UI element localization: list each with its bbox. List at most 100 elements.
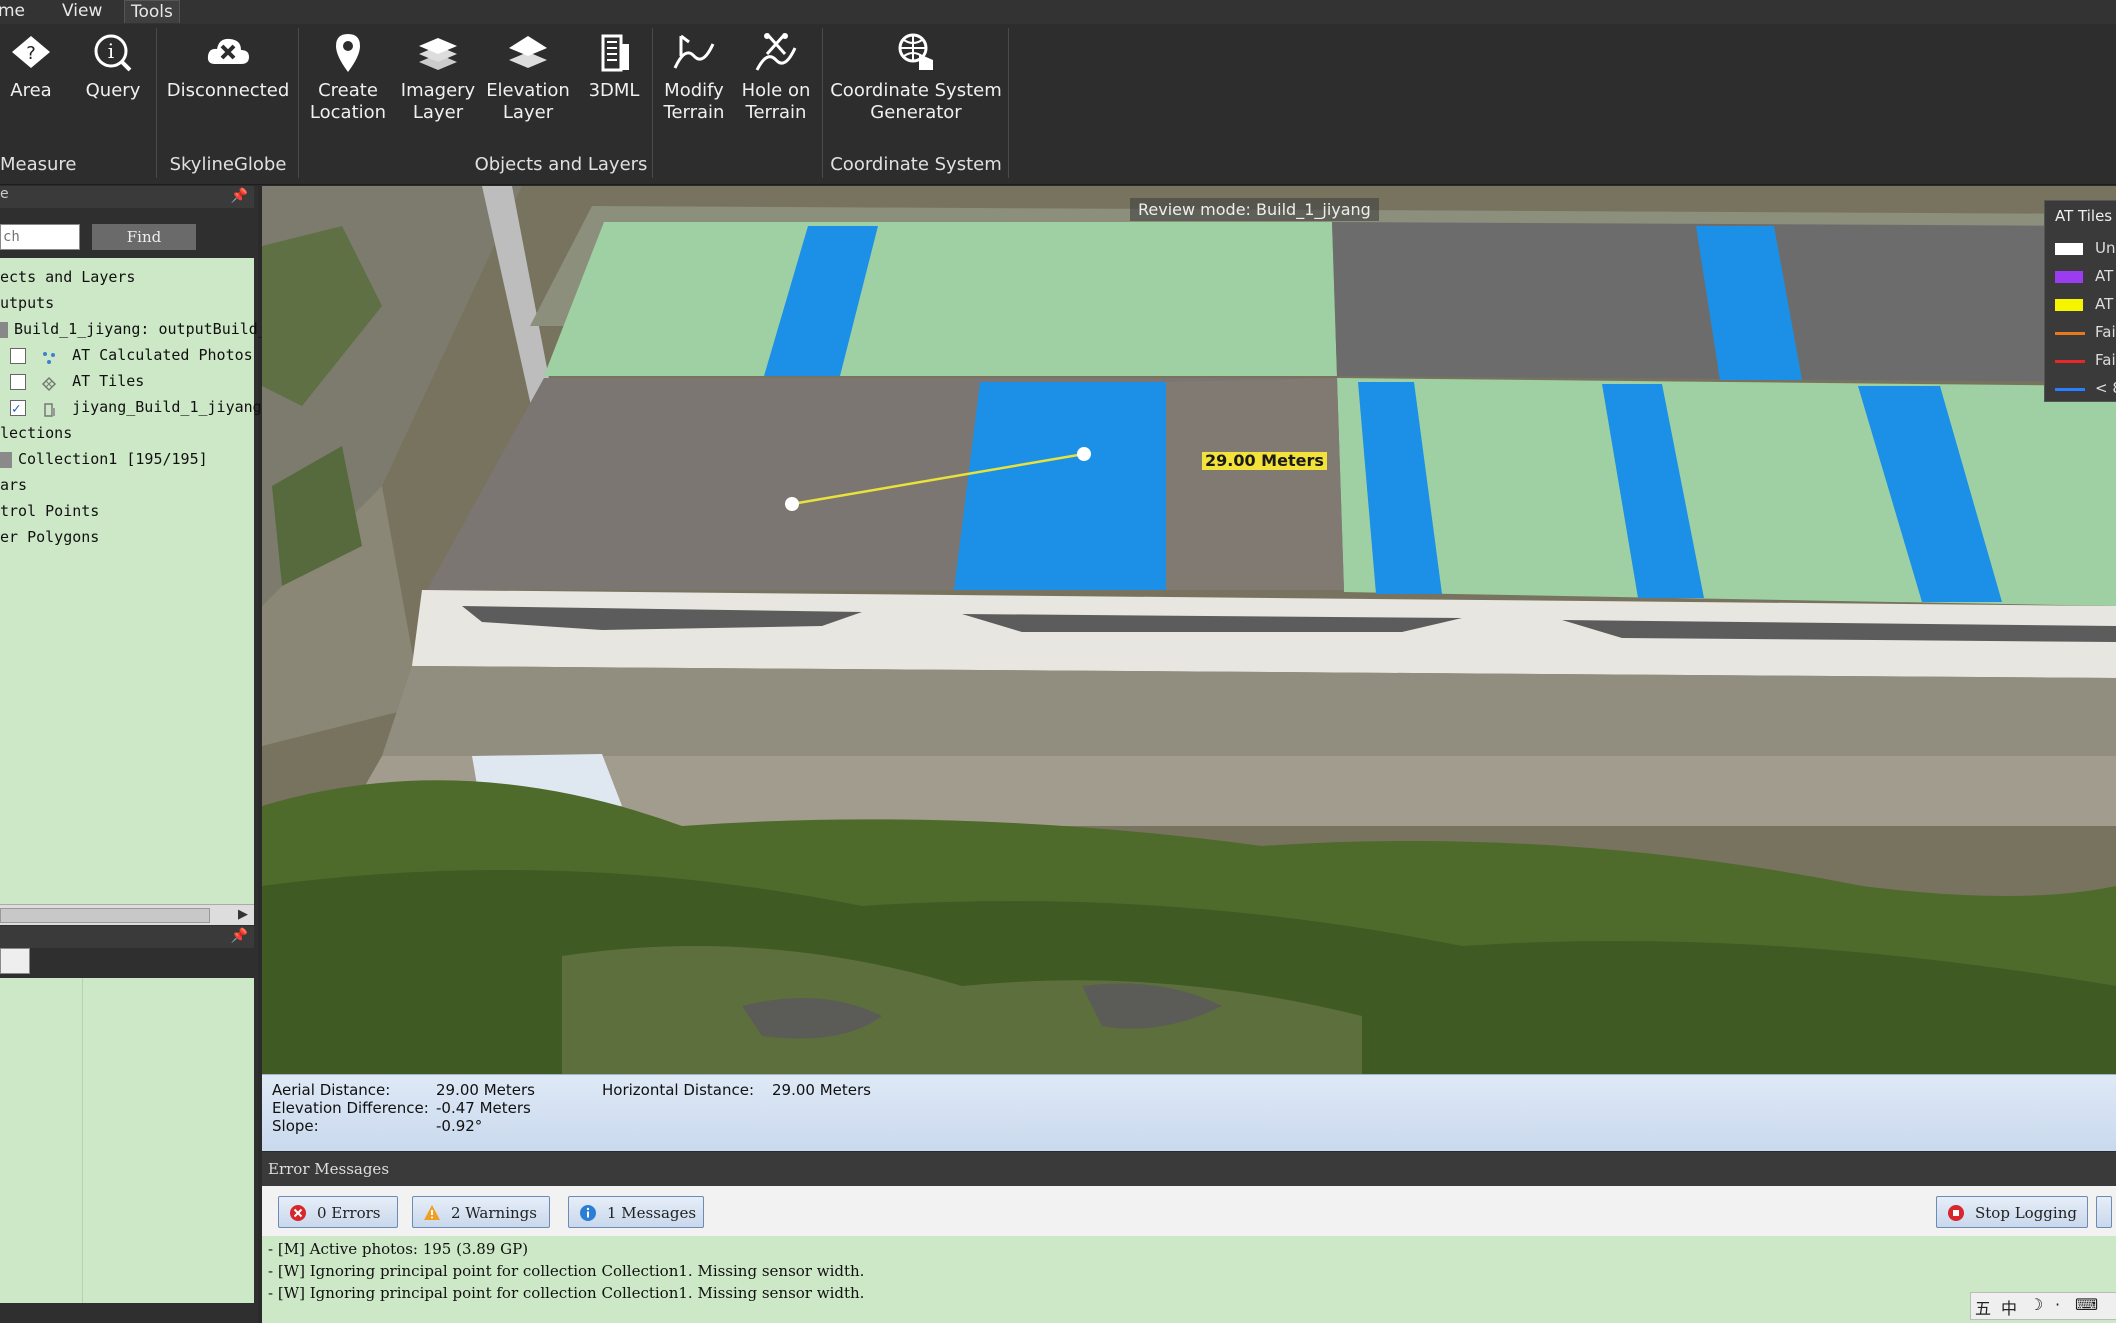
create-location-button[interactable]: Create Location (306, 30, 390, 124)
aerial-distance-label: Aerial Distance: (272, 1081, 391, 1099)
menu-bar: me View Tools (0, 0, 2116, 25)
log-line: - [M] Active photos: 195 (3.89 GP) (268, 1240, 529, 1258)
elevation-layer-button[interactable]: Elevation Layer (484, 30, 572, 124)
area-button[interactable]: ? Area (0, 30, 62, 102)
tree-item-collections[interactable]: lections (0, 420, 72, 446)
tree-item-at-tiles[interactable]: AT Tiles (4, 368, 144, 394)
aerial-scene (262, 186, 2116, 1074)
cloud-disconnected-icon (166, 30, 290, 76)
elevation-layer-label-2: Layer (502, 102, 554, 123)
query-button[interactable]: i Query (82, 30, 144, 102)
menu-tools[interactable]: Tools (124, 0, 180, 23)
tree-item-outputs[interactable]: utputs (0, 290, 54, 316)
collection-folder-icon (0, 451, 12, 468)
slope-value: -0.92° (436, 1117, 483, 1135)
tree-label: ars (0, 476, 28, 494)
legend-swatch (2055, 360, 2085, 363)
disconnected-button[interactable]: Disconnected (166, 30, 290, 102)
ime-chinese-icon[interactable]: 中 (2001, 1295, 2017, 1319)
hole-terrain-icon (736, 30, 816, 76)
aerial-distance-value: 29.00 Meters (436, 1081, 535, 1099)
tree-item-build-output[interactable]: Build_1_jiyang: outputBuild_ (0, 316, 267, 342)
checkbox[interactable] (10, 347, 26, 364)
error-messages-toolbar: 0 Errors 2 Warnings 1 Messages Stop Logg… (262, 1186, 2116, 1237)
horizontal-scrollbar[interactable]: ▶ (0, 904, 254, 925)
disconnected-label: Disconnected (166, 80, 290, 101)
svg-text:i: i (108, 39, 114, 63)
error-messages-title: Error Messages (268, 1160, 390, 1178)
3d-map-view[interactable]: Review mode: Build_1_jiyang 29.00 Meters… (262, 186, 2116, 1074)
ime-mode-icon[interactable]: 五 (1975, 1295, 1991, 1319)
legend-swatch (2055, 299, 2083, 311)
building-3dml-icon (580, 30, 648, 76)
legend-title: AT Tiles (2055, 207, 2113, 225)
ribbon-separator (822, 28, 823, 178)
location-pin-icon (306, 30, 390, 76)
tree-item-bars[interactable]: ars (0, 472, 27, 498)
coordinate-system-generator-button[interactable]: Coordinate System Generator (830, 30, 1002, 124)
scrollbar-thumb[interactable] (0, 908, 210, 923)
panel-titlebar: e 📌 (0, 186, 254, 208)
legend-swatch (2055, 243, 2083, 255)
3dml-button[interactable]: 3DML (580, 30, 648, 102)
area-measure-icon: ? (0, 30, 62, 76)
measurement-start-point (785, 497, 799, 511)
ime-keyboard-icon[interactable]: ⌨ (2075, 1295, 2098, 1314)
ribbon: ? Area i Query Disconnected Create Locat… (0, 24, 2116, 185)
search-input[interactable] (0, 224, 80, 250)
group-label-measure: Measure (0, 154, 77, 175)
scroll-right-icon[interactable]: ▶ (238, 907, 248, 922)
ribbon-separator (156, 28, 157, 178)
warnings-count-label: 2 Warnings (451, 1204, 537, 1222)
ime-tray: 五 中 ☽ · ⌨ (1970, 1292, 2116, 1320)
folder-icon (0, 321, 8, 338)
error-icon (290, 1205, 306, 1221)
tree-label: er Polygons (0, 528, 100, 546)
tree-item-collection1[interactable]: Collection1 [195/195] (0, 446, 208, 472)
tree-item-water-polygons[interactable]: er Polygons (0, 524, 99, 550)
tree-item-objects-layers[interactable]: ects and Layers (0, 264, 135, 290)
partial-toolbar-button[interactable] (2096, 1196, 2112, 1228)
tree-item-at-calculated-photos[interactable]: AT Calculated Photos (4, 342, 253, 368)
pin-icon[interactable]: 📌 (231, 928, 248, 944)
elevation-layers-icon (484, 30, 572, 76)
messages-count-label: 1 Messages (607, 1204, 697, 1222)
imagery-layer-label-1: Imagery (400, 80, 476, 101)
legend-item: AT (2055, 295, 2116, 317)
pin-icon[interactable]: 📌 (231, 188, 248, 204)
imagery-layer-button[interactable]: Imagery Layer (396, 30, 480, 124)
slope-label: Slope: (272, 1117, 319, 1135)
imagery-layers-icon (396, 30, 480, 76)
tiles-icon (41, 374, 57, 391)
ime-moon-icon[interactable]: ☽ (2029, 1295, 2043, 1314)
modify-terrain-label-2: Terrain (663, 102, 725, 123)
ribbon-separator (1008, 28, 1009, 178)
warnings-filter-button[interactable]: 2 Warnings (412, 1196, 550, 1228)
at-tiles-legend: AT Tiles Unp AT AT Fail Fail < 8 (2044, 200, 2116, 402)
tree-label: lections (0, 424, 73, 442)
checkbox[interactable] (10, 373, 26, 390)
log-line: - [W] Ignoring principal point for colle… (268, 1262, 865, 1280)
messages-filter-button[interactable]: 1 Messages (568, 1196, 704, 1228)
stop-logging-button[interactable]: Stop Logging (1936, 1196, 2088, 1228)
legend-item: Fail (2055, 351, 2116, 373)
tree-item-control-points[interactable]: trol Points (0, 498, 99, 524)
find-button[interactable]: Find (92, 224, 196, 250)
warning-icon (424, 1205, 440, 1220)
query-icon: i (82, 30, 144, 76)
hole-on-terrain-button[interactable]: Hole on Terrain (736, 30, 816, 124)
tree-label: Collection1 [195/195] (18, 450, 208, 468)
tree-item-jiyang-build[interactable]: jiyang_Build_1_jiyang (4, 394, 262, 422)
checkbox-checked[interactable] (10, 396, 26, 422)
lower-panel: 📌 (0, 926, 254, 1323)
legend-item: AT (2055, 267, 2116, 289)
lower-panel-list (0, 978, 254, 1303)
create-location-label-2: Location (309, 102, 387, 123)
ime-dot-icon[interactable]: · (2055, 1295, 2060, 1314)
menu-view[interactable]: View (56, 0, 108, 22)
log-output: - [M] Active photos: 195 (3.89 GP) - [W]… (262, 1236, 2116, 1323)
errors-filter-button[interactable]: 0 Errors (278, 1196, 398, 1228)
menu-home[interactable]: me (0, 0, 31, 22)
lower-panel-input[interactable] (0, 948, 30, 974)
modify-terrain-button[interactable]: Modify Terrain (660, 30, 728, 124)
